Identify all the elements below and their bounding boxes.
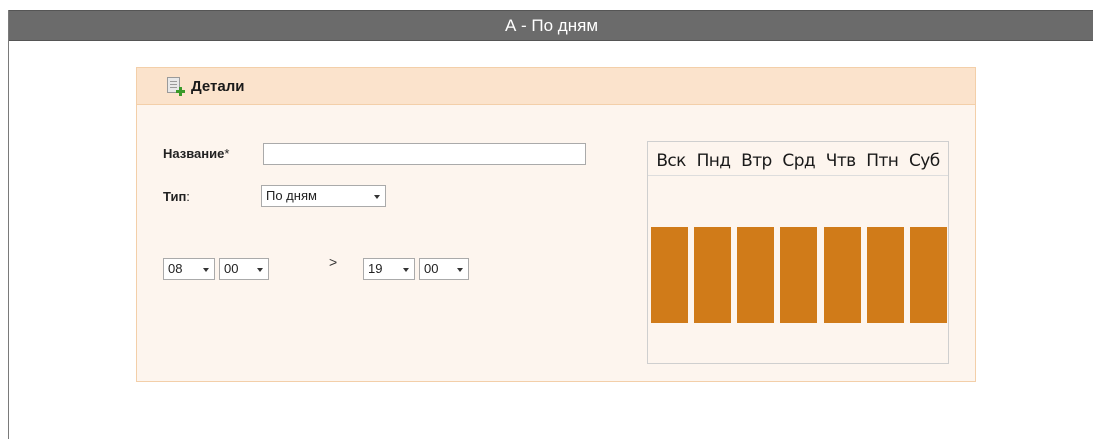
day-label-fri: Птн: [866, 151, 899, 171]
time-range-separator: >: [329, 254, 338, 270]
end-minute-select[interactable]: 00: [419, 258, 469, 280]
start-minute-select[interactable]: 00: [219, 258, 269, 280]
end-hour-select[interactable]: 19: [363, 258, 415, 280]
week-days-header: Вск Пнд Втр Срд Чтв Птн Суб: [648, 142, 948, 176]
week-schedule: Вск Пнд Втр Срд Чтв Птн Суб: [647, 141, 949, 364]
day-label-mon: Пнд: [696, 151, 731, 171]
day-bar-sun[interactable]: [651, 227, 688, 323]
day-bar-sat[interactable]: [909, 227, 947, 323]
day-label-thu: Чтв: [825, 151, 856, 171]
type-select-value: По дням: [266, 188, 317, 203]
type-label: Тип:: [163, 189, 190, 204]
panel-title: Детали: [191, 77, 245, 95]
day-label-tue: Втр: [741, 151, 772, 171]
chevron-down-icon: [403, 268, 409, 272]
day-bar-mon[interactable]: [694, 227, 732, 323]
name-label: Название*: [163, 146, 230, 161]
required-mark: *: [224, 146, 230, 161]
day-label-sun: Вск: [656, 151, 686, 171]
type-select[interactable]: По дням: [261, 185, 386, 207]
start-hour-select[interactable]: 08: [163, 258, 215, 280]
panel-header: Детали: [137, 68, 975, 105]
day-bar-tue[interactable]: [737, 227, 775, 323]
day-label-wed: Срд: [782, 151, 816, 171]
day-bar-thu[interactable]: [823, 227, 861, 323]
details-panel: Детали Название* Тип: По дням 08 00 > 19…: [136, 67, 976, 382]
name-input[interactable]: [263, 143, 586, 165]
chevron-down-icon: [257, 268, 263, 272]
chevron-down-icon: [374, 195, 380, 199]
day-bar-fri[interactable]: [866, 227, 904, 323]
day-bars: [651, 227, 947, 323]
day-bar-wed[interactable]: [780, 227, 818, 323]
chevron-down-icon: [457, 268, 463, 272]
window: А - По дням Детали Название* Тип: По дня…: [8, 10, 1093, 439]
window-title: А - По дням: [9, 10, 1093, 41]
day-label-sat: Суб: [909, 151, 940, 171]
chevron-down-icon: [203, 268, 209, 272]
document-add-icon: [167, 77, 185, 96]
